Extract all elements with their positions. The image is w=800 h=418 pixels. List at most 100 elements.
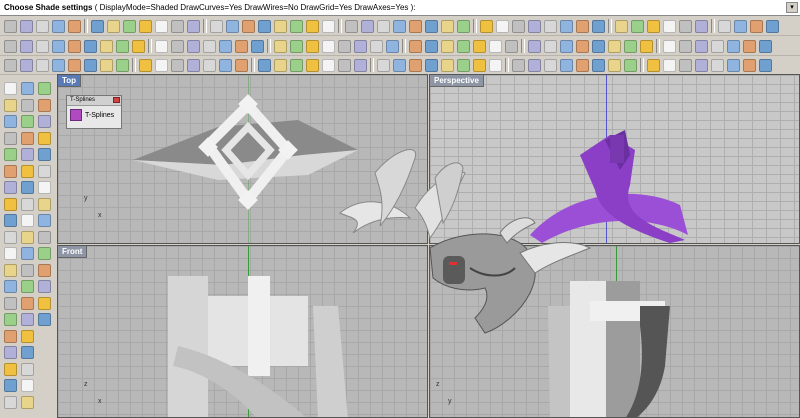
palette-tool-icon[interactable]: [21, 346, 34, 359]
curve-tool-icon[interactable]: [544, 39, 557, 53]
palette-tool-icon[interactable]: [21, 131, 34, 145]
curve-tool-icon[interactable]: [354, 39, 367, 53]
render-tool-icon[interactable]: [727, 58, 740, 72]
command-scroll-icon[interactable]: ▾: [786, 2, 798, 13]
standard-tool-icon[interactable]: [274, 19, 287, 33]
render-tool-icon[interactable]: [679, 58, 692, 72]
palette-tool-icon[interactable]: [4, 214, 17, 227]
render-tool-icon[interactable]: [409, 58, 422, 72]
palette-tool-icon[interactable]: [4, 379, 17, 392]
render-tool-icon[interactable]: [711, 58, 724, 72]
curve-tool-icon[interactable]: [576, 39, 589, 53]
curve-tool-icon[interactable]: [68, 39, 81, 53]
palette-tool-icon[interactable]: [21, 98, 34, 112]
palette-tool-icon[interactable]: [21, 115, 34, 128]
palette-tool-icon[interactable]: [4, 296, 17, 310]
palette-tool-icon[interactable]: [38, 181, 51, 194]
palette-tool-icon[interactable]: [4, 131, 17, 145]
render-tool-icon[interactable]: [139, 58, 152, 72]
render-tool-icon[interactable]: [663, 58, 676, 72]
standard-tool-icon[interactable]: [306, 19, 319, 33]
render-tool-icon[interactable]: [4, 58, 17, 72]
curve-tool-icon[interactable]: [409, 39, 422, 53]
render-tool-icon[interactable]: [306, 58, 319, 72]
render-tool-icon[interactable]: [457, 58, 470, 72]
standard-tool-icon[interactable]: [457, 19, 470, 33]
palette-tool-icon[interactable]: [38, 247, 51, 260]
palette-tool-icon[interactable]: [38, 197, 51, 211]
palette-tool-icon[interactable]: [21, 280, 34, 293]
palette-tool-icon[interactable]: [38, 164, 51, 178]
standard-tool-icon[interactable]: [679, 19, 692, 33]
curve-tool-icon[interactable]: [695, 39, 708, 53]
standard-tool-icon[interactable]: [20, 19, 33, 33]
render-tool-icon[interactable]: [560, 58, 573, 72]
standard-tool-icon[interactable]: [187, 19, 200, 33]
palette-tool-icon[interactable]: [21, 230, 34, 244]
standard-tool-icon[interactable]: [107, 19, 120, 33]
curve-tool-icon[interactable]: [251, 39, 264, 53]
standard-tool-icon[interactable]: [226, 19, 239, 33]
palette-tool-icon[interactable]: [38, 214, 51, 227]
curve-tool-icon[interactable]: [36, 39, 49, 53]
palette-tool-icon[interactable]: [38, 82, 51, 95]
palette-tool-icon[interactable]: [21, 164, 34, 178]
standard-tool-icon[interactable]: [695, 19, 708, 33]
standard-tool-icon[interactable]: [155, 19, 168, 33]
curve-tool-icon[interactable]: [20, 39, 33, 53]
curve-tool-icon[interactable]: [290, 39, 303, 53]
render-tool-icon[interactable]: [544, 58, 557, 72]
palette-tool-icon[interactable]: [4, 197, 17, 211]
standard-tool-icon[interactable]: [393, 19, 406, 33]
palette-tool-icon[interactable]: [4, 395, 17, 409]
curve-tool-icon[interactable]: [473, 39, 486, 53]
standard-tool-icon[interactable]: [718, 19, 731, 33]
curve-tool-icon[interactable]: [274, 39, 287, 53]
standard-tool-icon[interactable]: [322, 19, 335, 33]
palette-tool-icon[interactable]: [21, 379, 34, 392]
render-tool-icon[interactable]: [290, 58, 303, 72]
palette-tool-icon[interactable]: [21, 362, 34, 376]
curve-tool-icon[interactable]: [386, 39, 399, 53]
curve-tool-icon[interactable]: [528, 39, 541, 53]
standard-tool-icon[interactable]: [480, 19, 493, 33]
standard-tool-icon[interactable]: [139, 19, 152, 33]
palette-tool-icon[interactable]: [4, 148, 17, 161]
curve-tool-icon[interactable]: [370, 39, 383, 53]
curve-tool-icon[interactable]: [116, 39, 129, 53]
render-tool-icon[interactable]: [393, 58, 406, 72]
curve-tool-icon[interactable]: [132, 39, 145, 53]
standard-tool-icon[interactable]: [290, 19, 303, 33]
render-tool-icon[interactable]: [155, 58, 168, 72]
command-prompt[interactable]: Choose Shade settings ( DisplayMode=Shad…: [0, 0, 800, 16]
render-tool-icon[interactable]: [377, 58, 390, 72]
curve-tool-icon[interactable]: [441, 39, 454, 53]
render-tool-icon[interactable]: [608, 58, 621, 72]
curve-tool-icon[interactable]: [84, 39, 97, 53]
standard-tool-icon[interactable]: [528, 19, 541, 33]
render-tool-icon[interactable]: [759, 58, 772, 72]
viewport-label-perspective[interactable]: Perspective: [430, 75, 484, 87]
curve-tool-icon[interactable]: [4, 39, 17, 53]
palette-tool-icon[interactable]: [38, 148, 51, 161]
palette-tool-icon[interactable]: [21, 296, 34, 310]
palette-tool-icon[interactable]: [4, 82, 17, 95]
standard-tool-icon[interactable]: [36, 19, 49, 33]
palette-tool-icon[interactable]: [4, 164, 17, 178]
curve-tool-icon[interactable]: [592, 39, 605, 53]
render-tool-icon[interactable]: [116, 58, 129, 72]
palette-tool-icon[interactable]: [38, 296, 51, 310]
render-tool-icon[interactable]: [68, 58, 81, 72]
palette-tool-icon[interactable]: [4, 313, 17, 326]
palette-tool-icon[interactable]: [21, 395, 34, 409]
curve-tool-icon[interactable]: [219, 39, 232, 53]
standard-tool-icon[interactable]: [91, 19, 104, 33]
render-tool-icon[interactable]: [274, 58, 287, 72]
curve-tool-icon[interactable]: [425, 39, 438, 53]
command-options[interactable]: ( DisplayMode=Shaded DrawCurves=Yes Draw…: [95, 3, 416, 12]
palette-tool-icon[interactable]: [4, 115, 17, 128]
viewport-label-front[interactable]: Front: [58, 246, 88, 258]
palette-tool-icon[interactable]: [38, 131, 51, 145]
palette-tool-icon[interactable]: [38, 230, 51, 244]
palette-tool-icon[interactable]: [4, 181, 17, 194]
